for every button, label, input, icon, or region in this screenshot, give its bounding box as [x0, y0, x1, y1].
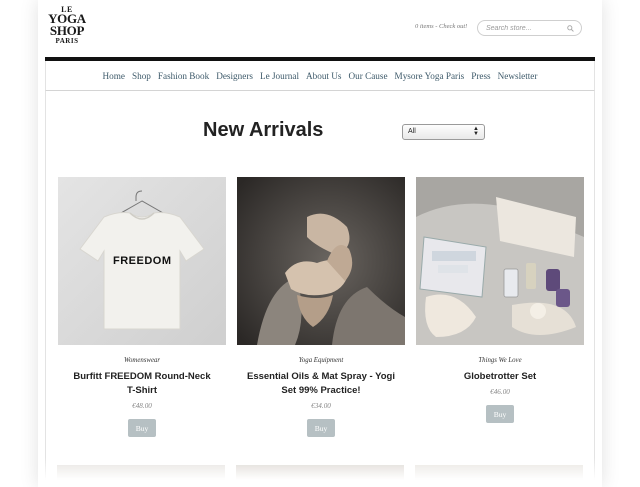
product-image[interactable] — [237, 177, 405, 345]
product-category: Things We Love — [478, 357, 522, 364]
logo[interactable]: LE YOGA SHOP PARIS — [45, 5, 89, 46]
search-box[interactable] — [477, 20, 582, 36]
nav-item-home[interactable]: Home — [103, 71, 125, 81]
product-card: Things We Love Globetrotter Set €46.00 B… — [416, 177, 584, 423]
main-nav: Home Shop Fashion Book Designers Le Jour… — [45, 61, 595, 91]
product-name[interactable]: Burfitt FREEDOM Round-Neck T-Shirt — [58, 370, 226, 398]
product-category: Yoga Equipment — [298, 357, 344, 364]
buy-button[interactable]: Buy — [128, 419, 156, 437]
tshirt-print-text: FREEDOM — [113, 255, 172, 267]
product-image[interactable]: FREEDOM — [58, 177, 226, 345]
product-image[interactable] — [416, 177, 584, 345]
buy-button[interactable]: Buy — [307, 419, 335, 437]
bottom-fade — [45, 458, 595, 487]
yoga-pose-photo — [237, 177, 405, 345]
product-category: Womenswear — [124, 357, 160, 364]
nav-item-our-cause[interactable]: Our Cause — [349, 71, 388, 81]
product-name[interactable]: Globetrotter Set — [416, 370, 584, 384]
travel-kit-photo — [416, 177, 584, 345]
search-input[interactable] — [486, 23, 566, 34]
main-content: New Arrivals All ▲ ▼ FREEDOM Womenswear … — [45, 91, 595, 487]
nav-item-designers[interactable]: Designers — [216, 71, 253, 81]
select-arrows-icon: ▲ ▼ — [473, 126, 479, 137]
nav-item-fashion-book[interactable]: Fashion Book — [158, 71, 209, 81]
product-price: €48.00 — [132, 402, 152, 410]
logo-line-3: SHOP — [49, 23, 85, 39]
logo-line-4: PARIS — [55, 37, 79, 46]
product-price: €34.00 — [311, 402, 331, 410]
product-name[interactable]: Essential Oils & Mat Spray - Yogi Set 99… — [237, 370, 405, 398]
product-card: Yoga Equipment Essential Oils & Mat Spra… — [237, 177, 405, 437]
page: LE YOGA SHOP PARIS 0 items - Check out! … — [45, 0, 595, 487]
product-price: €46.00 — [490, 388, 510, 396]
product-card: FREEDOM Womenswear Burfitt FREEDOM Round… — [58, 177, 226, 437]
nav-item-newsletter[interactable]: Newsletter — [498, 71, 538, 81]
nav-item-le-journal[interactable]: Le Journal — [260, 71, 299, 81]
page-title: New Arrivals — [203, 119, 324, 141]
nav-item-about-us[interactable]: About Us — [306, 71, 341, 81]
buy-button[interactable]: Buy — [486, 405, 514, 423]
nav-item-shop[interactable]: Shop — [132, 71, 151, 81]
nav-item-press[interactable]: Press — [471, 71, 490, 81]
search-icon[interactable] — [567, 25, 574, 32]
filter-select[interactable]: All ▲ ▼ — [402, 124, 485, 140]
filter-select-value: All — [408, 128, 416, 135]
nav-item-mysore-yoga-paris[interactable]: Mysore Yoga Paris — [395, 71, 465, 81]
cart-status-link[interactable]: 0 items - Check out! — [415, 23, 467, 30]
